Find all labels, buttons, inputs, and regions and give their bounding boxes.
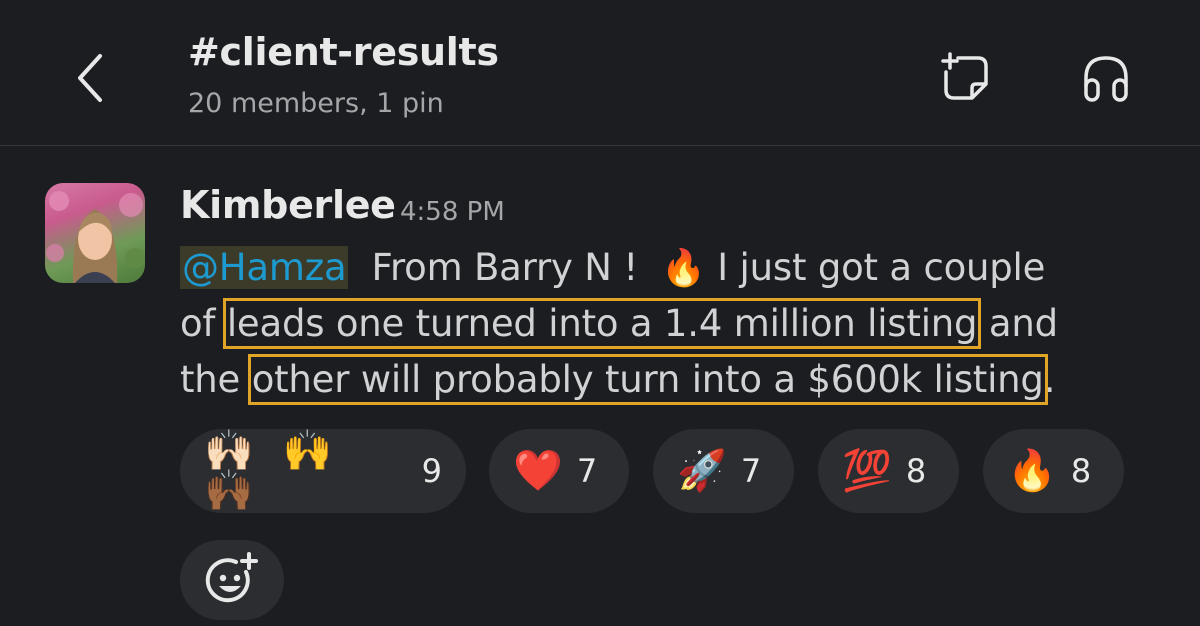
heart-emoji: ❤️ [513,448,563,494]
message-text: and [977,302,1058,345]
message-text: of [180,302,227,345]
fire-emoji: 🔥 [1007,448,1057,494]
highlighted-text: leads one turned into a 1.4 million list… [222,298,982,349]
message-text: From Barry N ! [348,246,662,289]
message-text: . [1043,358,1056,401]
reaction-hundred[interactable]: 💯 8 [818,429,959,513]
message-text-line: of leads one turned into a 1.4 million l… [180,298,1058,349]
message-text: the [180,358,252,401]
new-canvas-icon [941,52,988,100]
reaction-count: 8 [905,452,927,490]
reaction-raised-hands[interactable]: 🙌🏻 🙌 🙌🏾 9 [180,429,466,513]
headphones-icon [1084,56,1128,102]
huddle-button[interactable] [1078,50,1134,106]
message-author[interactable]: Kimberlee [180,183,396,227]
fire-emoji: 🔥 [661,248,706,289]
reaction-count: 7 [740,452,762,490]
add-reaction-icon [205,552,258,603]
rocket-emoji: 🚀 [677,448,727,494]
back-button[interactable] [60,48,120,108]
message-timestamp[interactable]: 4:58 PM [400,197,505,227]
add-reaction-button[interactable] [180,540,284,620]
chevron-left-icon [78,54,102,102]
reaction-count: 8 [1070,452,1092,490]
new-canvas-button[interactable] [938,50,994,106]
avatar-photo [46,191,145,283]
message-text-line: @Hamza From Barry N ! 🔥 I just got a cou… [180,246,1045,289]
reaction-rocket[interactable]: 🚀 7 [653,429,794,513]
reaction-fire[interactable]: 🔥 8 [983,429,1124,513]
conversation-view: #client-results 20 members, 1 pin Kimber… [0,0,1200,626]
reaction-count: 7 [576,452,598,490]
channel-header: #client-results 20 members, 1 pin [0,0,1200,146]
message-text-line: the other will probably turn into a $600… [180,354,1056,405]
highlighted-text: other will probably turn into a $600k li… [247,354,1048,405]
message-text: I just got a couple [705,246,1046,289]
channel-title[interactable]: #client-results [188,30,499,74]
reaction-count: 9 [421,452,442,490]
channel-details[interactable]: 20 members, 1 pin [188,88,444,119]
hundred-points-emoji: 💯 [842,448,892,494]
reaction-heart[interactable]: ❤️ 7 [489,429,629,513]
user-mention[interactable]: @Hamza [180,246,349,289]
raised-hands-emoji: 🙌🏻 🙌 🙌🏾 [204,428,341,514]
avatar[interactable] [45,183,145,283]
